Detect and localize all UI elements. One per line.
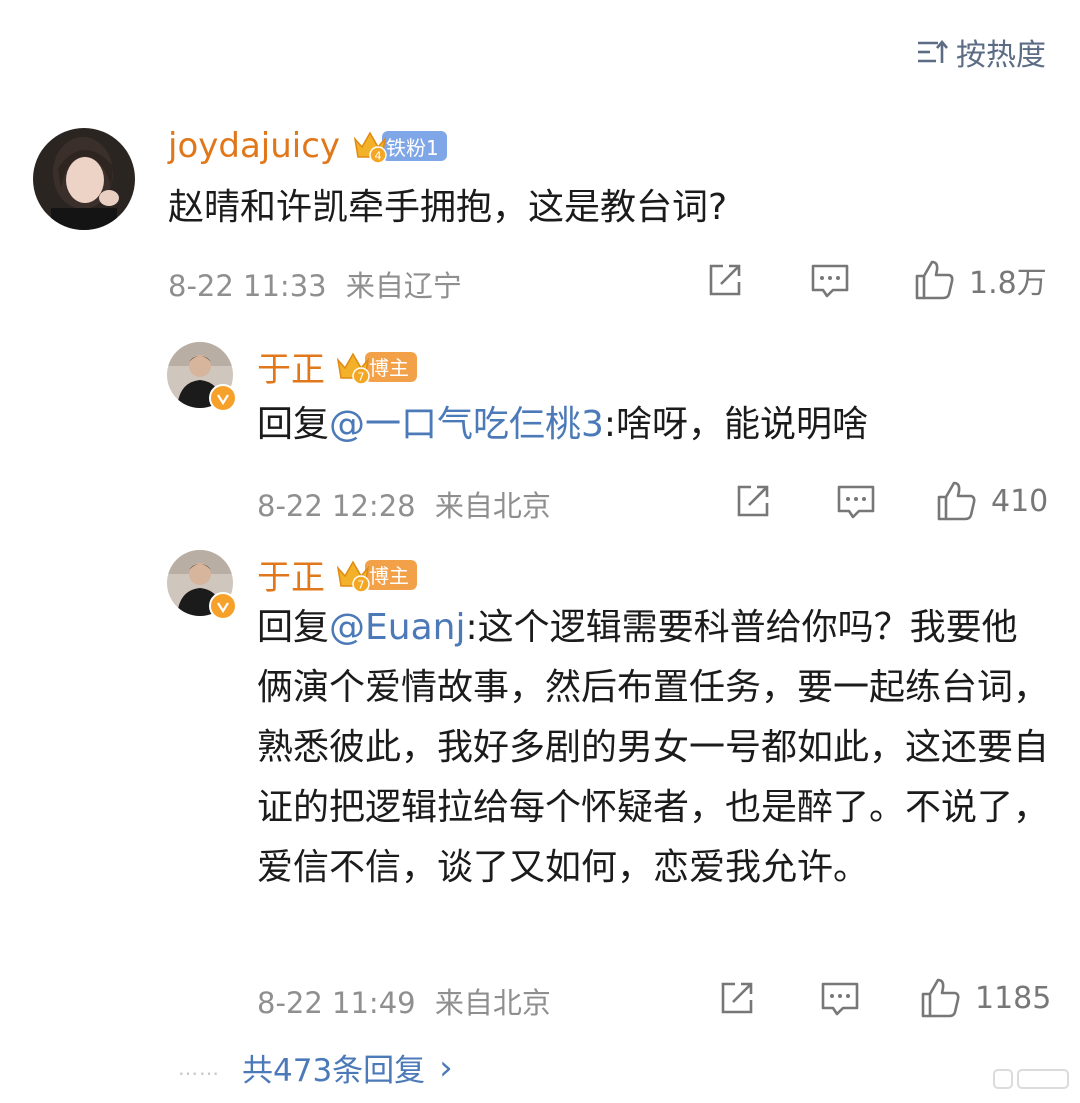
- reply-body: :啥呀，能说明啥: [603, 404, 869, 445]
- comment-button[interactable]: [835, 481, 877, 521]
- reply-actions: 1185: [717, 976, 1051, 1020]
- reply-time: 8-22 11:49: [257, 986, 416, 1020]
- badge-level: 4: [375, 150, 382, 163]
- reply-username[interactable]: 于正: [257, 342, 325, 391]
- reply-location: 来自北京: [434, 986, 551, 1020]
- watermark-logo: [993, 1069, 1069, 1089]
- reply-prefix: 回复: [257, 404, 330, 445]
- verified-icon: [209, 592, 237, 620]
- badge-level: 7: [358, 578, 365, 591]
- sort-icon: [918, 39, 948, 63]
- like-count: 1.8万: [969, 266, 1047, 301]
- share-button[interactable]: [717, 978, 757, 1018]
- share-button[interactable]: [705, 260, 745, 300]
- chevron-right-icon: ›: [439, 1047, 453, 1088]
- comment-icon: [837, 485, 875, 519]
- share-button[interactable]: [733, 481, 773, 521]
- comment-button[interactable]: [819, 978, 861, 1018]
- reply-actions: 410: [733, 479, 1048, 523]
- comment-actions: 1.8万: [705, 258, 1047, 302]
- thumbs-up-icon: [915, 260, 954, 300]
- mention-link[interactable]: @一口气吃仨桃3: [329, 404, 604, 445]
- fan-badge[interactable]: 4 铁粉1: [352, 129, 447, 163]
- comment-button[interactable]: [809, 260, 851, 300]
- comment-text: 赵晴和许凯牵手拥抱，这是教台词?: [168, 187, 728, 228]
- reply-meta: 8-22 12:28 来自北京: [257, 483, 551, 525]
- sort-by-hot-button[interactable]: 按热度: [916, 30, 1046, 74]
- replies-count-label: 共473条回复: [242, 1053, 426, 1089]
- like-button[interactable]: 1.8万: [913, 258, 1047, 302]
- comment-icon: [821, 982, 859, 1016]
- reply-meta: 8-22 11:49 来自北京: [257, 980, 551, 1022]
- badge-level: 7: [358, 370, 365, 383]
- comment-location: 来自辽宁: [345, 269, 462, 303]
- sort-label: 按热度: [956, 38, 1046, 73]
- comment-icon: [811, 264, 849, 298]
- share-icon: [721, 982, 753, 1014]
- comment-time: 8-22 11:33: [168, 269, 327, 303]
- reply-text: 回复@一口气吃仨桃3:啥呀，能说明啥: [257, 395, 1047, 455]
- crown-icon: 7: [336, 351, 370, 384]
- crown-icon: 4: [353, 131, 387, 163]
- comment-username[interactable]: joydajuicy: [168, 126, 340, 166]
- crown-icon: 7: [336, 559, 370, 592]
- blogger-badge-label: 博主: [365, 559, 417, 590]
- share-icon: [737, 485, 769, 517]
- reply-time: 8-22 12:28: [257, 489, 416, 523]
- share-icon: [709, 264, 741, 296]
- fan-badge-label: 铁粉1: [382, 131, 447, 161]
- blogger-badge[interactable]: 7 博主: [335, 558, 417, 592]
- like-count: 1185: [975, 980, 1052, 1016]
- reply-location: 来自北京: [434, 489, 551, 523]
- reply-body: :这个逻辑需要科普给你吗？我要他俩演个爱情故事，然后布置任务，要一起练台词，熟悉…: [257, 607, 1050, 888]
- verified-icon: [209, 384, 237, 412]
- dots-divider: ……: [178, 1055, 220, 1080]
- mention-link[interactable]: @Euanj: [329, 607, 465, 648]
- like-count: 410: [991, 483, 1049, 519]
- thumbs-up-icon: [921, 978, 960, 1018]
- comment-meta: 8-22 11:33 来自辽宁: [168, 263, 462, 305]
- thumbs-up-icon: [937, 481, 976, 521]
- blogger-badge[interactable]: 7 博主: [335, 350, 417, 384]
- reply-prefix: 回复: [257, 607, 330, 648]
- avatar[interactable]: [33, 128, 135, 230]
- like-button[interactable]: 410: [935, 479, 1048, 523]
- view-all-replies-link[interactable]: …… 共473条回复 ›: [178, 1045, 453, 1090]
- reply-text: 回复@Euanj:这个逻辑需要科普给你吗？我要他俩演个爱情故事，然后布置任务，要…: [257, 598, 1049, 898]
- blogger-badge-label: 博主: [365, 351, 417, 382]
- like-button[interactable]: 1185: [919, 976, 1051, 1020]
- reply-username[interactable]: 于正: [257, 550, 325, 599]
